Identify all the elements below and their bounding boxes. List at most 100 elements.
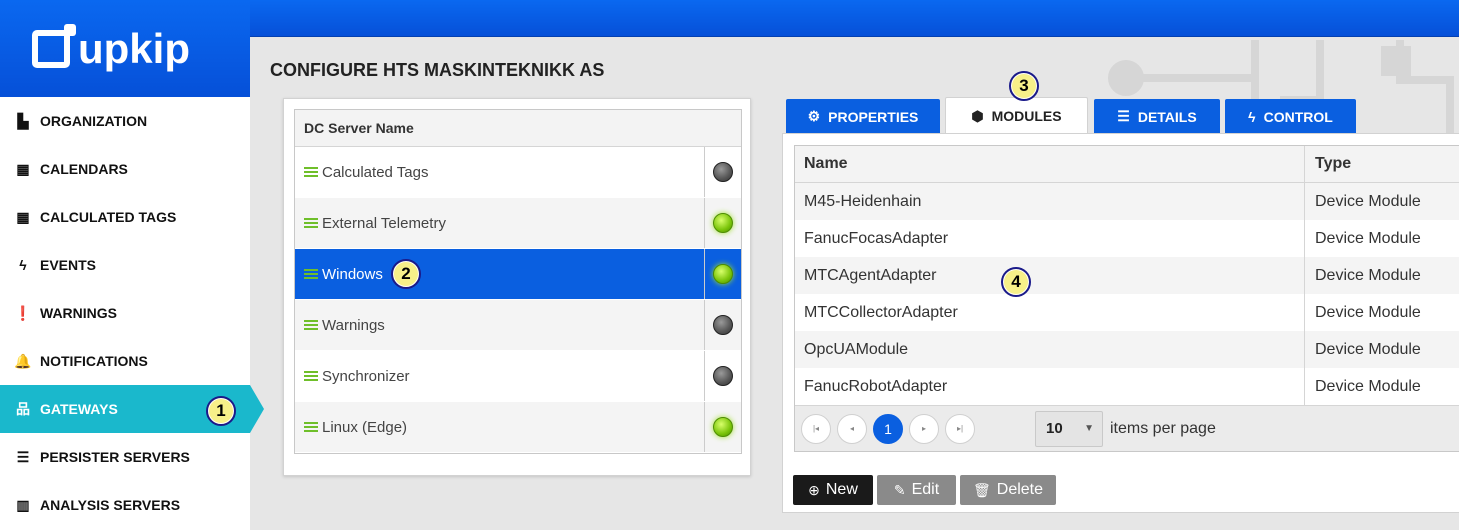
status-online-indicator-icon [713,417,733,437]
edit-button[interactable]: ✎ Edit [877,475,956,505]
module-type: Device Module [1304,183,1459,220]
modules-grid: Name Type M45-Heidenhain Device Module Fa… [794,145,1459,452]
page-title-organization: HTS MASKINTEKNIKK AS [383,60,605,80]
server-name: Calculated Tags [322,163,429,181]
area-chart-icon: ▙ [17,112,29,129]
first-page-button[interactable]: |◂ [801,413,831,444]
server-row-linux-edge[interactable]: Linux (Edge) [295,402,741,453]
sidebar-item-warnings[interactable]: ❗ WARNINGS [0,289,250,337]
logo-mark-icon [32,23,76,68]
table-row[interactable]: MTCCollectorAdapter Device Module [795,294,1459,331]
module-type: Device Module [1304,220,1459,257]
page-size-label: items per page [1110,419,1216,437]
module-name: FanucFocasAdapter [804,229,949,247]
current-page-button[interactable]: 1 [873,413,903,444]
tab-label: PROPERTIES [828,108,919,125]
dc-server-list: Calculated Tags External Telemetry Windo… [295,147,741,453]
server-row-external-telemetry[interactable]: External Telemetry [295,198,741,249]
modules-panel: Name Type M45-Heidenhain Device Module Fa… [782,133,1459,513]
edit-button-label: Edit [911,481,940,498]
new-button[interactable]: ⊕ New [793,475,873,505]
list-icon [304,217,318,229]
server-status-cell [704,402,741,452]
server-status-cell [704,147,741,197]
tab-control[interactable]: ϟ CONTROL [1225,99,1356,134]
table-row[interactable]: MTCAgentAdapter Device Module [795,257,1459,294]
sidebar-item-analysis-servers[interactable]: ▥ ANALYSIS SERVERS [0,481,250,529]
server-row-synchronizer[interactable]: Synchronizer [295,351,741,402]
callout-badge-3: 3 [1009,71,1039,101]
sidebar-item-notifications[interactable]: 🔔 NOTIFICATIONS [0,337,250,385]
sitemap-icon: 品 [16,401,30,417]
server-name: Synchronizer [322,367,410,385]
cubes-icon: ⬢ [971,107,984,124]
tab-details[interactable]: ☰ DETAILS [1094,99,1220,134]
exclamation-icon: ❗ [14,304,32,321]
dc-server-grid: DC Server Name Calculated Tags External … [294,109,742,454]
sidebar-item-label: GATEWAYS [40,401,118,417]
next-page-button[interactable]: ▸ [909,413,939,444]
tab-modules[interactable]: ⬢ MODULES [945,97,1088,134]
server-status-cell [704,351,741,401]
server-row-windows[interactable]: Windows [295,249,741,300]
column-header-name[interactable]: Name [795,146,1304,182]
tab-properties[interactable]: ⚙ PROPERTIES [786,99,940,134]
table-row[interactable]: OpcUAModule Device Module [795,331,1459,368]
status-online-indicator-icon [713,213,733,233]
sidebar-item-label: CALENDARS [40,161,128,177]
callout-badge-4: 4 [1001,267,1031,297]
sidebar-item-label: EVENTS [40,257,97,273]
server-name-cell: Synchronizer [295,351,704,401]
server-row-warnings[interactable]: Warnings [295,300,741,351]
module-type: Device Module [1304,257,1459,294]
list-icon: ☰ [1117,108,1130,124]
sidebar-item-label: CALCULATED TAGS [40,209,177,225]
server-icon: ☰ [16,448,30,465]
top-bar [250,0,1459,37]
delete-button[interactable]: 🗑 Delete [960,475,1056,505]
list-icon [304,268,318,280]
status-online-indicator-icon [713,264,733,284]
sidebar-item-label: WARNINGS [40,305,117,321]
logo[interactable]: upkip [0,0,250,97]
column-header-dc-server-name[interactable]: DC Server Name [295,110,741,147]
tab-label: MODULES [991,108,1062,124]
table-row[interactable]: FanucRobotAdapter Device Module [795,368,1459,405]
server-status-cell [704,300,741,350]
table-row[interactable]: M45-Heidenhain Device Module [795,183,1459,220]
sidebar: upkip ▙ ORGANIZATION ▦ CALENDARS ▦ CALCULAT… [0,0,264,530]
plus-circle-icon: ⊕ [808,481,820,498]
list-icon [304,421,318,433]
server-name-cell: Linux (Edge) [295,402,704,452]
server-status-cell [704,198,741,248]
sidebar-item-calendars[interactable]: ▦ CALENDARS [0,145,250,193]
sidebar-item-persister-servers[interactable]: ☰ PERSISTER SERVERS [0,433,250,481]
last-page-button[interactable]: ▸| [945,413,975,444]
module-type: Device Module [1304,294,1459,331]
pager: |◂ ◂ 1 ▸ ▸| 10 ▼ items per page [795,405,1459,451]
sidebar-item-organization[interactable]: ▙ ORGANIZATION [0,97,250,145]
status-offline-indicator-icon [713,315,733,335]
module-name: MTCAgentAdapter [804,266,937,284]
server-row-calculated-tags[interactable]: Calculated Tags [295,147,741,198]
trash-icon: 🗑 [972,481,991,498]
sidebar-item-events[interactable]: ϟ EVENTS [0,241,250,289]
lightning-icon: ϟ [19,257,27,273]
list-icon [304,166,318,178]
sidebar-nav: ▙ ORGANIZATION ▦ CALENDARS ▦ CALCULATED TAG… [0,97,264,529]
edit-icon: ✎ [893,481,906,498]
sidebar-item-label: ANALYSIS SERVERS [40,497,181,513]
calculator-icon: ▦ [16,208,30,225]
column-header-type[interactable]: Type [1304,146,1459,182]
server-name: Linux (Edge) [322,418,408,436]
table-row[interactable]: FanucFocasAdapter Device Module [795,220,1459,257]
dc-server-panel: DC Server Name Calculated Tags External … [283,98,751,476]
sidebar-item-calculated-tags[interactable]: ▦ CALCULATED TAGS [0,193,250,241]
tab-label: DETAILS [1137,108,1197,125]
server-name-cell: External Telemetry [295,198,704,248]
server-name-cell: Warnings [295,300,704,350]
page-title-action: CONFIGURE [270,60,378,80]
page-size-select[interactable]: 10 ▼ [1035,410,1103,447]
previous-page-button[interactable]: ◂ [837,413,867,444]
bar-chart-icon: ▥ [16,496,30,513]
